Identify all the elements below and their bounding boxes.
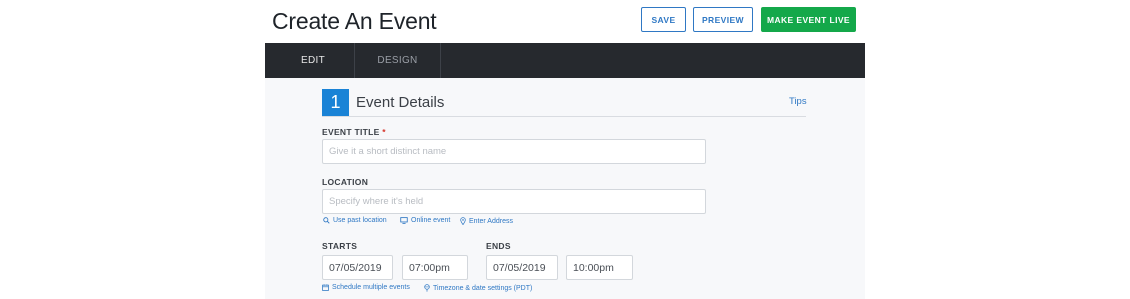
use-past-location-link[interactable]: Use past location: [323, 217, 387, 224]
step-number-badge: 1: [322, 89, 349, 116]
timezone-settings-link[interactable]: Timezone & date settings (PDT): [424, 284, 532, 292]
section-divider: [322, 116, 806, 117]
online-event-text: Online event: [411, 217, 451, 224]
save-button[interactable]: SAVE: [641, 7, 686, 32]
location-input[interactable]: [322, 189, 706, 214]
monitor-icon: [400, 217, 408, 224]
tips-link[interactable]: Tips: [789, 96, 807, 107]
end-date-input[interactable]: [486, 255, 558, 280]
required-mark: *: [382, 127, 386, 137]
tab-bar: EDIT DESIGN: [265, 43, 865, 78]
tab-design[interactable]: DESIGN: [355, 43, 441, 78]
location-label: LOCATION: [322, 177, 369, 187]
online-event-link[interactable]: Online event: [400, 217, 450, 224]
starts-label: STARTS: [322, 241, 358, 251]
calendar-icon: [322, 284, 329, 291]
map-pin-icon: [460, 217, 466, 225]
event-title-label-text: EVENT TITLE: [322, 127, 380, 137]
enter-address-link[interactable]: Enter Address: [460, 217, 513, 225]
timezone-settings-text: Timezone & date settings (PDT): [433, 284, 533, 292]
ends-label: ENDS: [486, 241, 511, 251]
make-event-live-button[interactable]: MAKE EVENT LIVE: [761, 7, 856, 32]
schedule-multiple-events-text: Schedule multiple events: [332, 284, 410, 291]
page-title: Create An Event: [272, 8, 437, 34]
start-time-input[interactable]: [402, 255, 468, 280]
preview-button[interactable]: PREVIEW: [693, 7, 753, 32]
use-past-location-text: Use past location: [333, 217, 387, 224]
section-title: Event Details: [356, 94, 445, 111]
enter-address-text: Enter Address: [469, 217, 513, 225]
search-icon: [323, 217, 330, 224]
tab-edit[interactable]: EDIT: [272, 43, 355, 78]
schedule-multiple-events-link[interactable]: Schedule multiple events: [322, 284, 410, 291]
event-title-label: EVENT TITLE *: [322, 127, 386, 137]
event-title-input[interactable]: [322, 139, 706, 164]
globe-pin-icon: [424, 284, 430, 292]
end-time-input[interactable]: [566, 255, 633, 280]
start-date-input[interactable]: [322, 255, 393, 280]
